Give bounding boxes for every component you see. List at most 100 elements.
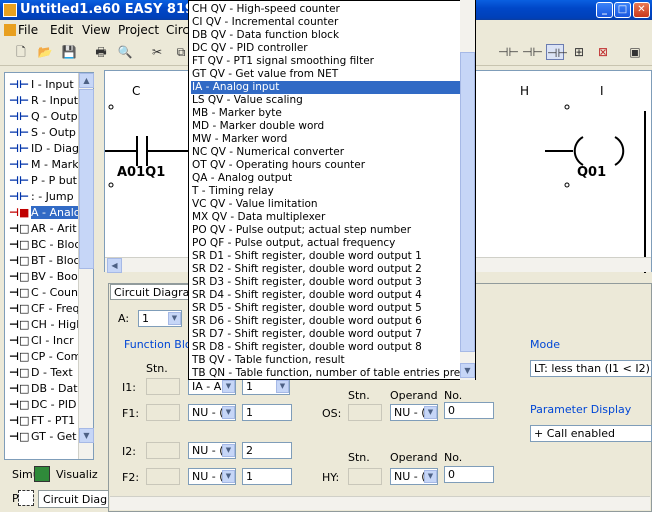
dropdown-scroll-thumb[interactable] <box>460 52 475 352</box>
tree-item[interactable]: ⊣□ AR - Arit <box>9 221 77 237</box>
tree-item[interactable]: ⊣□ CP - Com <box>9 349 81 365</box>
f1-number-field[interactable]: 1 <box>242 404 292 421</box>
delete-tool-icon[interactable]: ⊠ <box>594 44 612 60</box>
tree-item[interactable]: ⊣□ D - Text <box>9 365 73 381</box>
dropdown-item[interactable]: QA - Analog output <box>191 172 461 185</box>
tree-scrollbar[interactable]: ▲ ▼ <box>78 73 94 459</box>
dropdown-item[interactable]: GT QV - Get value from NET <box>191 68 461 81</box>
print-preview-icon[interactable]: 🔍 <box>116 44 134 60</box>
dropdown-item[interactable]: FT QV - PT1 signal smoothing filter <box>191 55 461 68</box>
visualization-icon[interactable] <box>34 466 50 482</box>
scroll-thumb[interactable] <box>79 89 94 269</box>
operand-dropdown-list[interactable]: CH QV - High-speed counter CI QV - Increm… <box>188 0 476 380</box>
dropdown-item[interactable]: MB - Marker byte <box>191 107 461 120</box>
app-menu-icon[interactable] <box>4 24 16 36</box>
close-button[interactable]: ✕ <box>633 2 650 18</box>
tree-item[interactable]: ⊣□ FT - PT1 <box>9 413 75 429</box>
dropdown-item[interactable]: MD - Marker double word <box>191 120 461 133</box>
dropdown-item[interactable]: SR D1 - Shift register, double word outp… <box>191 250 461 263</box>
menu-view[interactable]: View <box>82 23 110 37</box>
props-hscroll[interactable] <box>110 496 650 510</box>
ladder-tool-icon[interactable]: ⊣⊢ <box>498 44 519 60</box>
dropdown-item[interactable]: SR D2 - Shift register, double word outp… <box>191 263 461 276</box>
menu-circuit[interactable]: Circ <box>166 23 189 37</box>
tree-item[interactable]: ⊣⊢ R - Input <box>9 93 78 109</box>
save-icon[interactable]: 💾 <box>60 44 78 60</box>
chevron-down-icon[interactable]: ▼ <box>222 406 235 419</box>
dropdown-item[interactable]: PO QF - Pulse output, actual frequency <box>191 237 461 250</box>
dropdown-item[interactable]: DB QV - Data function block <box>191 29 461 42</box>
f2-number-field[interactable]: 1 <box>242 468 292 485</box>
dropdown-item[interactable]: NC QV - Numerical converter <box>191 146 461 159</box>
dropdown-item[interactable]: T - Timing relay <box>191 185 461 198</box>
chevron-down-icon[interactable]: ▼ <box>168 312 181 325</box>
dropdown-item[interactable]: SR D7 - Shift register, double word outp… <box>191 328 461 341</box>
dropdown-item[interactable]: PO QV - Pulse output; actual step number <box>191 224 461 237</box>
tree-item[interactable]: ⊣□ CF - Freq <box>9 301 80 317</box>
tree-item[interactable]: ⊣⊢ ID - Diag <box>9 141 79 157</box>
tree-item[interactable]: ⊣□ DB - Dat <box>9 381 78 397</box>
tree-item[interactable]: ⊣□ C - Coun <box>9 285 78 301</box>
tree-item[interactable]: ⊣⊢ Q - Outp <box>9 109 78 125</box>
tree-item[interactable]: ⊣□ BV - Boo <box>9 269 78 285</box>
dropdown-item[interactable]: MW - Marker word <box>191 133 461 146</box>
panel-toggle-icon[interactable]: ▣ <box>626 44 644 60</box>
i2-number-field[interactable]: 2 <box>242 442 292 459</box>
dropdown-item[interactable]: VC QV - Value limitation <box>191 198 461 211</box>
contact-tool-icon[interactable]: ⊣⊢ <box>522 44 543 60</box>
chevron-down-icon[interactable]: ▼ <box>276 380 289 393</box>
minimize-button[interactable]: _ <box>596 2 613 18</box>
parameter-display-select[interactable]: + Call enabled <box>530 425 652 442</box>
chevron-down-icon[interactable]: ▼ <box>222 444 235 457</box>
new-icon[interactable]: 🗋 <box>12 44 30 60</box>
tree-item[interactable]: ⊣⊢: - Jump <box>9 189 74 205</box>
tree-item[interactable]: ⊣□ BT - Bloc <box>9 253 80 269</box>
tree-item[interactable]: ⊣□ DC - PID <box>9 397 76 413</box>
dropdown-item[interactable]: DC QV - PID controller <box>191 42 461 55</box>
dropdown-item[interactable]: TB QV - Table function, result <box>191 354 461 367</box>
maximize-button[interactable]: □ <box>614 2 631 18</box>
dropdown-item[interactable]: IA - Analog input <box>191 81 461 94</box>
dropdown-item[interactable]: SR D8 - Shift register, double word outp… <box>191 341 461 354</box>
menu-project[interactable]: Project <box>118 23 159 37</box>
dropdown-scrollbar[interactable]: ▼ <box>460 0 475 380</box>
tab-circuit-diagram[interactable]: Circuit Diag <box>38 490 113 508</box>
scroll-down-icon[interactable]: ▼ <box>79 428 94 443</box>
menu-edit[interactable]: Edit <box>50 23 73 37</box>
chevron-down-icon[interactable]: ▼ <box>424 406 437 419</box>
chevron-down-icon[interactable]: ▼ <box>424 470 437 483</box>
dropdown-item[interactable]: SR D3 - Shift register, double word outp… <box>191 276 461 289</box>
dropdown-item[interactable]: LS QV - Value scaling <box>191 94 461 107</box>
tree-item[interactable]: ⊣□ BC - Bloc <box>9 237 80 253</box>
chevron-down-icon[interactable]: ▼ <box>222 470 235 483</box>
dropdown-item[interactable]: SR D6 - Shift register, double word outp… <box>191 315 461 328</box>
dropdown-item[interactable]: CI QV - Incremental counter <box>191 16 461 29</box>
tree-item[interactable]: ⊣⊢ M - Mark <box>9 157 79 173</box>
open-icon[interactable]: 📂 <box>36 44 54 60</box>
dropdown-item[interactable]: MX QV - Data multiplexer <box>191 211 461 224</box>
dropdown-item[interactable]: CH QV - High-speed counter <box>191 3 461 16</box>
dropdown-item[interactable]: OT QV - Operating hours counter <box>191 159 461 172</box>
tree-item[interactable]: ⊣□ CH - Higl <box>9 317 79 333</box>
dropdown-scroll-down-icon[interactable]: ▼ <box>460 363 475 378</box>
tree-item[interactable]: ⊣□ GT - Get <box>9 429 76 445</box>
tree-item[interactable]: ⊣⊢ P - P but <box>9 173 77 189</box>
print-icon[interactable]: 🖶 <box>92 44 110 60</box>
os-number-field[interactable]: 0 <box>444 402 494 419</box>
dropdown-item[interactable]: SR D4 - Shift register, double word outp… <box>191 289 461 302</box>
dropdown-item[interactable]: TB QN - Table function, number of table … <box>191 367 475 379</box>
circuit-diagram-tab-icon[interactable] <box>18 490 34 506</box>
chevron-down-icon[interactable]: ▼ <box>222 380 235 393</box>
tree-item[interactable]: ⊣⊢ I - Input <box>9 77 74 93</box>
block-tool-icon[interactable]: ⊞ <box>570 44 588 60</box>
cut-icon[interactable]: ✂ <box>148 44 166 60</box>
tab-visualization[interactable]: Visualiz <box>52 466 102 484</box>
tree-item[interactable]: ⊣□ CI - Incr <box>9 333 74 349</box>
dropdown-item[interactable]: SR D5 - Shift register, double word outp… <box>191 302 461 315</box>
menu-file[interactable]: File <box>18 23 38 37</box>
hy-number-field[interactable]: 0 <box>444 466 494 483</box>
tree-item[interactable]: ⊣⊢ S - Outp <box>9 125 76 141</box>
coil-tool-icon[interactable]: ⊣⊢ <box>546 44 568 60</box>
ladder-scroll-left-icon[interactable]: ◀ <box>107 258 122 273</box>
scroll-up-icon[interactable]: ▲ <box>79 73 94 88</box>
